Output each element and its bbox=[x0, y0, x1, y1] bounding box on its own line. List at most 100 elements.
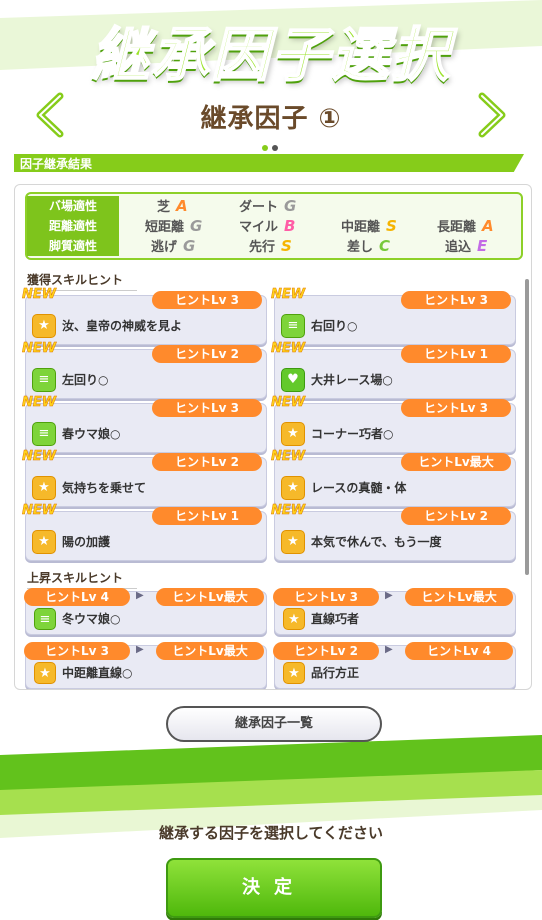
hint-level-badge: ヒントLv 3 bbox=[401, 291, 511, 309]
instruction-text: 継承する因子を選択してください bbox=[158, 824, 384, 842]
hint-level-badge: ヒントLv 3 bbox=[152, 399, 262, 417]
aptitude-label: 距離適性 bbox=[27, 216, 119, 236]
factor-list-button[interactable]: 継承因子一覧 bbox=[166, 706, 382, 742]
acquired-skill-card[interactable]: NEW ヒントLv 3 ★ コーナー巧者○ bbox=[271, 395, 516, 453]
new-badge: NEW bbox=[271, 341, 306, 357]
skill-name: 直線巧者 bbox=[311, 612, 360, 626]
inheritance-result-panel[interactable]: バ場適性 芝A ダート G 距離適性 短距離 G マイル B 中距離 S 長距離 A 脚質… bbox=[14, 184, 532, 690]
section-header: 因子継承結果 bbox=[14, 154, 524, 172]
acquired-skill-card[interactable]: NEW ヒントLv 2 ★ 気持ちを乗せて bbox=[22, 449, 267, 507]
aptitude-table: バ場適性 芝A ダート G 距離適性 短距離 G マイル B 中距離 S 長距離 A 脚質… bbox=[25, 192, 523, 260]
skill-icon: ★ bbox=[281, 422, 305, 446]
hint-level-badge: ヒントLv 1 bbox=[401, 345, 511, 363]
hint-level-from: ヒントLv 3 bbox=[24, 642, 130, 660]
scrollbar[interactable] bbox=[525, 279, 529, 575]
skill-icon: ★ bbox=[32, 530, 56, 554]
acquired-skill-card[interactable]: NEW ヒントLv 1 ★ 陽の加護 bbox=[22, 503, 267, 561]
aptitude-row-distance: 距離適性 短距離 G マイル B 中距離 S 長距離 A bbox=[27, 216, 521, 236]
skill-icon: ★ bbox=[32, 314, 56, 338]
skill-name: 本気で休んで、もう一度 bbox=[311, 535, 442, 549]
aptitude-item: ダート G bbox=[239, 197, 297, 215]
skill-icon: ★ bbox=[281, 530, 305, 554]
raised-skill-card[interactable]: ヒントLv 3 ▶ ヒントLv最大 ★ 中距離直線○ bbox=[24, 642, 267, 689]
raised-skill-card[interactable]: ヒントLv 4 ▶ ヒントLv最大 ≡ 冬ウマ娘○ bbox=[24, 588, 267, 635]
skill-name: 右回り○ bbox=[311, 319, 358, 333]
hint-level-from: ヒントLv 3 bbox=[273, 588, 379, 606]
hint-level-from: ヒントLv 2 bbox=[273, 642, 379, 660]
hint-level-badge: ヒントLv 1 bbox=[152, 507, 262, 525]
skill-icon: ≡ bbox=[32, 422, 56, 446]
aptitude-item: 中距離 S bbox=[341, 217, 397, 235]
acquired-skill-card[interactable]: NEW ヒントLv 3 ≡ 右回り○ bbox=[271, 287, 516, 345]
arrow-right-icon: ▶ bbox=[136, 644, 144, 655]
skill-name: 中距離直線○ bbox=[62, 666, 133, 680]
acquired-skill-card[interactable]: NEW ヒントLv 3 ≡ 春ウマ娘○ bbox=[22, 395, 267, 453]
hint-level-to: ヒントLv 4 bbox=[405, 642, 513, 660]
page-title: 継承因子 ① bbox=[200, 104, 342, 134]
new-badge: NEW bbox=[22, 503, 57, 519]
acquired-skill-card[interactable]: NEW ヒントLv最大 ★ レースの真髄・体 bbox=[271, 449, 516, 507]
aptitude-item: 芝A bbox=[157, 197, 188, 215]
aptitude-item: 差し C bbox=[347, 237, 391, 255]
acquired-skill-card[interactable]: NEW ヒントLv 2 ≡ 左回り○ bbox=[22, 341, 267, 399]
aptitude-item: 逃げ G bbox=[151, 237, 196, 255]
hint-level-to: ヒントLv最大 bbox=[405, 588, 513, 606]
hint-level-from: ヒントLv 4 bbox=[24, 588, 130, 606]
hint-level-badge: ヒントLv 2 bbox=[152, 453, 262, 471]
skill-name: レースの真髄・体 bbox=[311, 481, 407, 495]
hint-level-badge: ヒントLv最大 bbox=[401, 453, 511, 471]
new-badge: NEW bbox=[22, 287, 57, 303]
skill-name: 冬ウマ娘○ bbox=[62, 612, 121, 626]
skill-name: コーナー巧者○ bbox=[311, 427, 394, 441]
banner-text: 継承因子選択 bbox=[90, 20, 451, 90]
aptitude-item: 長距離 A bbox=[437, 217, 494, 235]
skill-icon: ≡ bbox=[281, 314, 305, 338]
hint-level-badge: ヒントLv 2 bbox=[401, 507, 511, 525]
page-indicator bbox=[262, 136, 282, 155]
aptitude-label: 脚質適性 bbox=[27, 236, 119, 256]
skill-name: 品行方正 bbox=[311, 666, 360, 680]
new-badge: NEW bbox=[271, 287, 306, 303]
arrow-right-icon: ▶ bbox=[385, 644, 393, 655]
skill-icon: ★ bbox=[281, 476, 305, 500]
new-badge: NEW bbox=[22, 395, 57, 411]
new-badge: NEW bbox=[271, 503, 306, 519]
skill-icon: ★ bbox=[34, 662, 56, 684]
arrow-right-icon: ▶ bbox=[385, 590, 393, 601]
skill-icon: ★ bbox=[283, 662, 305, 684]
new-badge: NEW bbox=[22, 449, 57, 465]
hint-level-badge: ヒントLv 3 bbox=[152, 291, 262, 309]
skill-icon: ★ bbox=[32, 476, 56, 500]
acquired-skill-card[interactable]: NEW ヒントLv 2 ★ 本気で休んで、もう一度 bbox=[271, 503, 516, 561]
skill-icon: ≡ bbox=[34, 608, 56, 630]
page-dot-active bbox=[262, 145, 268, 151]
section-title: 因子継承結果 bbox=[20, 157, 93, 171]
skill-name: 汝、皇帝の神威を見よ bbox=[62, 319, 183, 333]
hint-level-badge: ヒントLv 3 bbox=[401, 399, 511, 417]
confirm-button[interactable]: 決定 bbox=[166, 858, 382, 918]
skill-icon: ★ bbox=[283, 608, 305, 630]
skill-name: 陽の加護 bbox=[62, 535, 111, 549]
acquired-skill-card[interactable]: NEW ヒントLv 1 ♥ 大井レース場○ bbox=[271, 341, 516, 399]
skill-name: 大井レース場○ bbox=[311, 373, 393, 387]
aptitude-item: 短距離 G bbox=[145, 217, 203, 235]
acquired-skills-title: 獲得スキルヒント bbox=[27, 273, 138, 291]
raised-skills-title: 上昇スキルヒント bbox=[27, 571, 138, 589]
hint-level-to: ヒントLv最大 bbox=[156, 642, 264, 660]
aptitude-label: バ場適性 bbox=[27, 196, 119, 216]
aptitude-row-style: 脚質適性 逃げ G 先行 S 差し C 追込 E bbox=[27, 236, 521, 256]
skill-name: 左回り○ bbox=[62, 373, 109, 387]
aptitude-item: 先行 S bbox=[249, 237, 292, 255]
raised-skill-card[interactable]: ヒントLv 2 ▶ ヒントLv 4 ★ 品行方正 bbox=[273, 642, 516, 689]
screen-title-banner: 継承因子選択 bbox=[0, 8, 542, 90]
skill-name: 春ウマ娘○ bbox=[62, 427, 121, 441]
hint-level-to: ヒントLv最大 bbox=[156, 588, 264, 606]
acquired-skill-card[interactable]: NEW ヒントLv 3 ★ 汝、皇帝の神威を見よ bbox=[22, 287, 267, 345]
raised-skill-card[interactable]: ヒントLv 3 ▶ ヒントLv最大 ★ 直線巧者 bbox=[273, 588, 516, 635]
skill-icon: ♥ bbox=[281, 368, 305, 392]
aptitude-item: マイル B bbox=[239, 217, 296, 235]
skill-icon: ≡ bbox=[32, 368, 56, 392]
arrow-right-icon: ▶ bbox=[136, 590, 144, 601]
skill-name: 気持ちを乗せて bbox=[62, 481, 147, 495]
page-dot bbox=[272, 145, 278, 151]
